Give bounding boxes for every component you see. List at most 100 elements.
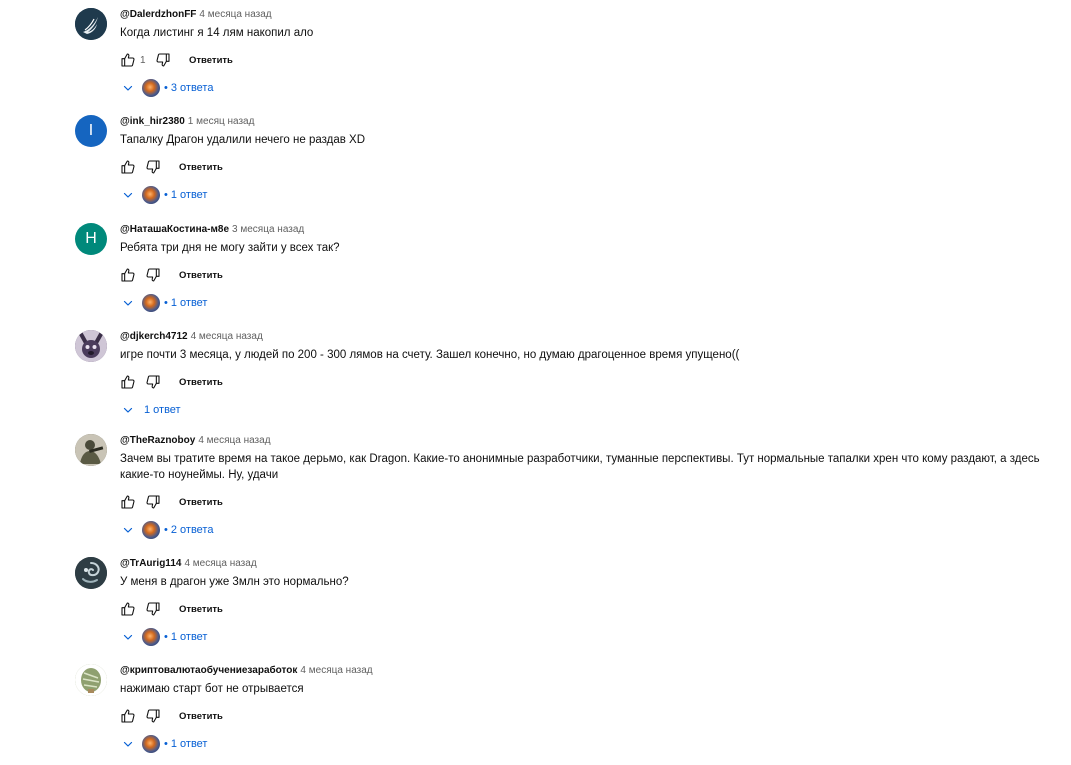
comment-actions: Ответить <box>120 599 1055 619</box>
replies-count-label: 1 ответ <box>170 189 208 201</box>
avatar[interactable] <box>75 8 107 40</box>
comment-header: @TheRaznoboy 4 месяца назад <box>120 434 1055 448</box>
show-replies-button[interactable]: • 1 ответ <box>122 293 1055 313</box>
comment-author[interactable]: @djkerch4712 <box>120 331 188 342</box>
comment-timestamp[interactable]: 4 месяца назад <box>199 9 271 20</box>
comment-author[interactable]: @криптовалютаобучениезаработок <box>120 665 297 676</box>
avatar-letter: I <box>88 122 94 139</box>
separator-dot: • <box>164 524 168 536</box>
comment-actions: Ответить <box>120 706 1055 726</box>
comment-text: нажимаю старт бот не отрывается <box>120 683 304 695</box>
separator-dot: • <box>164 297 168 309</box>
replies-count-label: 1 ответ <box>144 404 181 416</box>
comment-body: @ink_hir2380 1 месяц назад Тапалку Драгон … <box>120 115 1055 205</box>
comment-timestamp[interactable]: 4 месяца назад <box>184 558 256 569</box>
like-icon[interactable] <box>120 52 136 68</box>
comment-author[interactable]: @НаташаКостина-м8е <box>120 224 229 235</box>
reply-button[interactable]: Ответить <box>179 604 223 615</box>
avatar[interactable] <box>75 434 107 466</box>
creator-avatar <box>142 294 160 312</box>
comment-text: Зачем вы тратите время на такое дерьмо, … <box>120 453 1040 481</box>
replies-count-label: 1 ответ <box>170 297 208 309</box>
like-icon[interactable] <box>120 601 136 617</box>
separator-dot: • <box>164 189 168 201</box>
replies-count-label: 1 ответ <box>170 631 208 643</box>
comment-timestamp[interactable]: 4 месяца назад <box>198 435 270 446</box>
show-replies-button[interactable]: • 1 ответ <box>122 185 1055 205</box>
like-icon[interactable] <box>120 159 136 175</box>
dislike-icon[interactable] <box>145 601 161 617</box>
show-replies-button[interactable]: • 1 ответ <box>122 627 1055 647</box>
avatar[interactable] <box>75 557 107 589</box>
reply-button[interactable]: Ответить <box>179 377 223 388</box>
avatar[interactable]: I <box>75 115 107 147</box>
comment-actions: Ответить <box>120 372 1055 392</box>
dislike-icon[interactable] <box>145 267 161 283</box>
comment-timestamp[interactable]: 4 месяца назад <box>191 331 263 342</box>
chevron-down-icon <box>122 82 134 94</box>
creator-avatar <box>142 186 160 204</box>
comment-author[interactable]: @ink_hir2380 <box>120 116 185 127</box>
show-replies-button[interactable]: 1 ответ <box>122 400 1055 420</box>
comment-actions: Ответить <box>120 265 1055 285</box>
creator-avatar <box>142 79 160 97</box>
reply-button[interactable]: Ответить <box>189 55 233 66</box>
like-count: 1 <box>140 54 146 66</box>
separator-dot: • <box>164 738 168 750</box>
like-icon[interactable] <box>120 494 136 510</box>
creator-avatar <box>142 521 160 539</box>
comment-timestamp[interactable]: 1 месяц назад <box>188 116 255 127</box>
avatar-letter: Н <box>85 230 97 247</box>
creator-avatar <box>142 735 160 753</box>
comment-timestamp[interactable]: 3 месяца назад <box>232 224 304 235</box>
comment-author[interactable]: @TheRaznoboy <box>120 435 195 446</box>
show-replies-button[interactable]: • 2 ответа <box>122 520 1055 540</box>
dislike-icon[interactable] <box>155 52 171 68</box>
replies-count-label: 3 ответа <box>170 82 214 94</box>
like-icon[interactable] <box>120 267 136 283</box>
comment-timestamp[interactable]: 4 месяца назад <box>300 665 372 676</box>
comment-text: игре почти 3 месяца, у людей по 200 - 30… <box>120 349 740 361</box>
reply-button[interactable]: Ответить <box>179 270 223 281</box>
dislike-icon[interactable] <box>145 159 161 175</box>
separator-dot: • <box>164 631 168 643</box>
reply-button[interactable]: Ответить <box>179 162 223 173</box>
chevron-down-icon <box>122 404 134 416</box>
avatar[interactable] <box>75 330 107 362</box>
comment-header: @DalerdzhonFF 4 месяца назад <box>120 8 1055 22</box>
like-icon[interactable] <box>120 708 136 724</box>
comment-text: Когда листинг я 14 лям накопил ало <box>120 27 314 39</box>
show-replies-button[interactable]: • 3 ответа <box>122 78 1055 98</box>
dislike-icon[interactable] <box>145 708 161 724</box>
reply-button[interactable]: Ответить <box>179 497 223 508</box>
chevron-down-icon <box>122 631 134 643</box>
comment-actions: Ответить <box>120 157 1055 177</box>
comment-body: @DalerdzhonFF 4 месяца назад Когда листинг… <box>120 8 1055 98</box>
reply-button[interactable]: Ответить <box>179 711 223 722</box>
comment-actions: 1 Ответить <box>120 50 1055 70</box>
avatar[interactable]: Н <box>75 223 107 255</box>
comment-actions: Ответить <box>120 492 1055 512</box>
comment-text: Тапалку Драгон удалили нечего не раздав … <box>120 134 366 146</box>
replies-count-label: 1 ответ <box>170 738 208 750</box>
chevron-down-icon <box>122 524 134 536</box>
comment-header: @НаташаКостина-м8е 3 месяца назад <box>120 223 1055 237</box>
comment-author[interactable]: @DalerdzhonFF <box>120 9 196 20</box>
avatar[interactable] <box>75 664 107 696</box>
comment-header: @djkerch4712 4 месяца назад <box>120 330 1055 344</box>
dislike-icon[interactable] <box>145 374 161 390</box>
comment-body: @криптовалютаобучениезаработок 4 месяца н… <box>120 664 1055 754</box>
chevron-down-icon <box>122 738 134 750</box>
comment-body: @TheRaznoboy 4 месяца назад Зачем вы трати… <box>120 434 1055 540</box>
comment-header: @TrAurig114 4 месяца назад <box>120 557 1055 571</box>
comment-author[interactable]: @TrAurig114 <box>120 558 181 569</box>
separator-dot: • <box>164 82 168 94</box>
comment-body: @djkerch4712 4 месяца назад игре почти 3 м… <box>120 330 1055 420</box>
dislike-icon[interactable] <box>145 494 161 510</box>
comment-header: @криптовалютаобучениезаработок 4 месяца н… <box>120 664 1055 678</box>
comment-body: @TrAurig114 4 месяца назад У меня в драгон… <box>120 557 1055 647</box>
creator-avatar <box>142 628 160 646</box>
comment-body: @НаташаКостина-м8е 3 месяца назад Ребята т… <box>120 223 1055 313</box>
like-icon[interactable] <box>120 374 136 390</box>
show-replies-button[interactable]: • 1 ответ <box>122 734 1055 754</box>
